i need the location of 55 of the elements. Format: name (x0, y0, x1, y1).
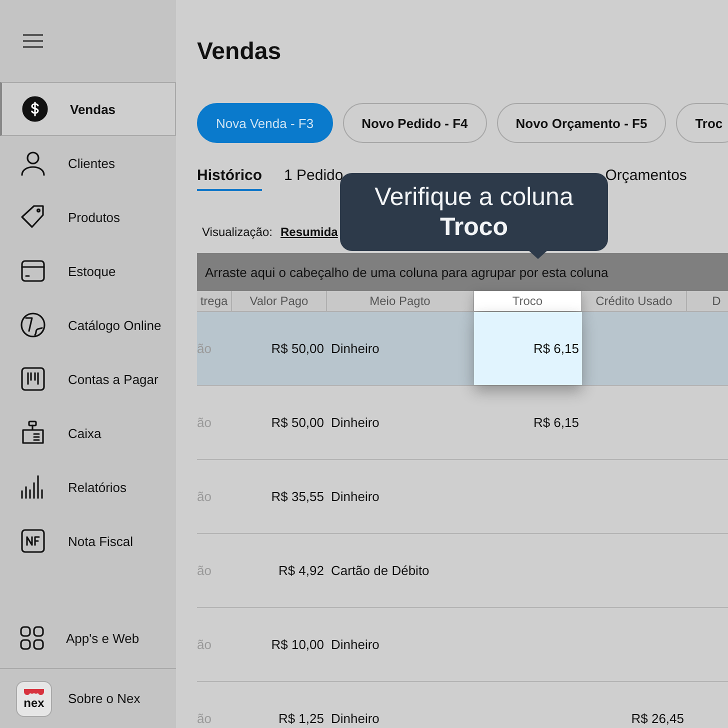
table-cell: Dinheiro (331, 341, 380, 356)
column-header[interactable]: D (687, 291, 728, 311)
table-cell: R$ 26,45 (631, 711, 684, 726)
page-title: Vendas (197, 38, 282, 66)
table-cell: Dinheiro (331, 415, 380, 430)
tag-icon (20, 204, 46, 230)
nav-item[interactable]: Clientes (0, 136, 176, 190)
document-icon (20, 528, 46, 554)
grid-icon (20, 626, 44, 650)
table-cell: R$ 10,00 (271, 637, 324, 652)
action-button[interactable]: Troc (676, 103, 728, 143)
action-button[interactable]: Novo Pedido - F4 (342, 103, 487, 143)
table-cell: R$ 50,00 (271, 341, 324, 356)
table-cell: Dinheiro (331, 711, 380, 726)
view-dropdown[interactable]: Resumida (280, 225, 338, 253)
person-icon (20, 150, 46, 176)
nav-item[interactable]: nex Sobre o Nex (0, 668, 176, 728)
box-icon (20, 258, 46, 284)
nav-item[interactable]: Nota Fiscal (0, 514, 176, 568)
nav-item[interactable]: Vendas (0, 82, 176, 136)
nav-item[interactable]: Catálogo Online (0, 298, 176, 352)
bar-chart-icon (20, 474, 46, 500)
globe-icon (20, 312, 46, 338)
column-header[interactable]: trega (197, 291, 232, 311)
nav-item[interactable]: Estoque (0, 244, 176, 298)
table-cell: Dinheiro (331, 489, 380, 504)
table-cell: R$ 35,55 (271, 489, 324, 504)
nav-item[interactable]: Relatórios (0, 460, 176, 514)
tab[interactable]: 1 Pedido (284, 167, 344, 191)
table-cell: R$ 4,92 (278, 563, 324, 578)
logo-text: nex (24, 696, 44, 708)
nav-item[interactable]: Contas a Pagar (0, 352, 176, 406)
column-header[interactable]: Crédito Usado (582, 291, 687, 311)
table-cell: R$ 6,15 (533, 415, 579, 430)
awning-icon (23, 688, 45, 696)
tab[interactable]: Histórico (197, 167, 262, 191)
nav-item[interactable]: Caixa (0, 406, 176, 460)
action-button[interactable]: Novo Orçamento - F5 (496, 103, 666, 143)
dollar-icon (22, 96, 48, 122)
table-cell: R$ 50,00 (271, 415, 324, 430)
column-header[interactable]: Valor Pago (232, 291, 327, 311)
register-icon (20, 420, 46, 446)
barcode-icon (20, 366, 46, 392)
group-hint: Arraste aqui o cabeçalho de uma coluna para agrupar por esta coluna (205, 264, 608, 280)
table-cell: R$ 6,15 (533, 341, 579, 356)
tab[interactable]: Orçamentos (605, 167, 687, 191)
table-cell: R$ 1,25 (278, 711, 324, 726)
view-label: Visualização: (202, 225, 272, 241)
nav-item[interactable]: Produtos (0, 190, 176, 244)
menu-icon[interactable] (23, 34, 43, 48)
nav-item[interactable]: App's e Web (0, 608, 176, 668)
column-header[interactable]: Troco (474, 291, 582, 311)
table-cell: Dinheiro (331, 637, 380, 652)
tooltip-text: Verifique a coluna Troco (374, 182, 574, 242)
table-cell: Cartão de Débito (331, 563, 430, 578)
